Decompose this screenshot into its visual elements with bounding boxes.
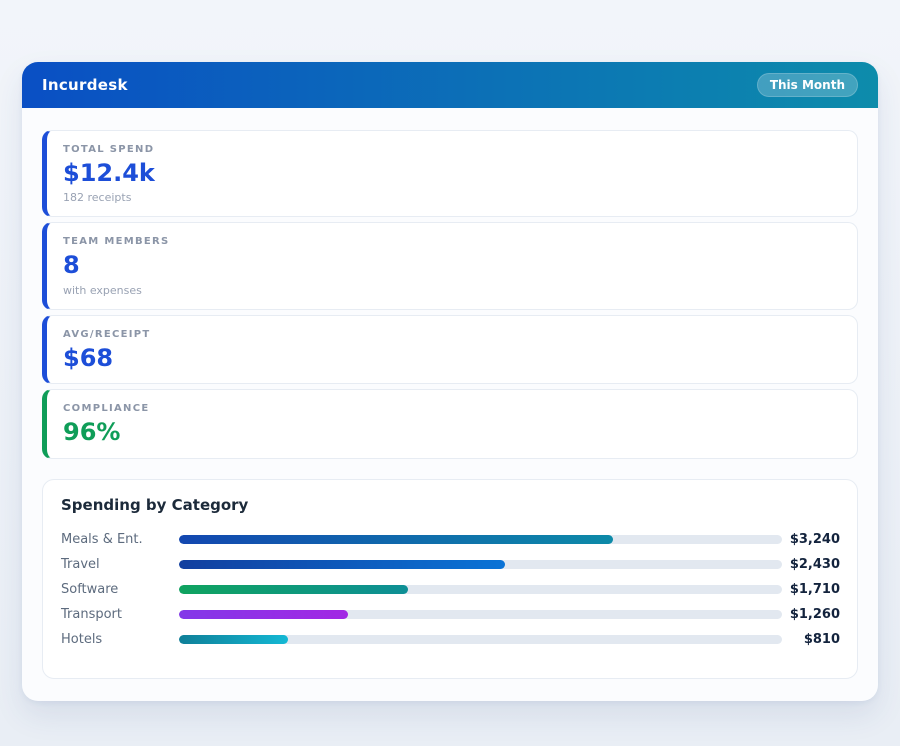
app-title: Incurdesk [42, 76, 128, 94]
stat-card-team-members: TEAM MEMBERS 8 with expenses [42, 222, 858, 309]
category-bar-track [179, 535, 782, 544]
category-row: Meals & Ent. $3,240 [61, 527, 840, 552]
stat-value: $12.4k [63, 160, 841, 186]
category-label: Hotels [61, 632, 179, 647]
app-header: Incurdesk This Month [22, 62, 878, 108]
spending-by-category-card: Spending by Category Meals & Ent. $3,240… [42, 479, 858, 679]
stat-label: TOTAL SPEND [63, 144, 841, 155]
stats-section: TOTAL SPEND $12.4k 182 receipts TEAM MEM… [42, 130, 858, 459]
category-bar-track [179, 610, 782, 619]
stat-subtext: with expenses [63, 284, 841, 297]
category-bar-fill [179, 635, 288, 644]
category-label: Software [61, 582, 179, 597]
category-value: $2,430 [782, 557, 840, 572]
category-row: Software $1,710 [61, 577, 840, 602]
period-badge[interactable]: This Month [757, 73, 858, 97]
category-bar-fill [179, 585, 408, 594]
stat-card-compliance: COMPLIANCE 96% [42, 389, 858, 458]
dashboard-card: Incurdesk This Month TOTAL SPEND $12.4k … [22, 62, 878, 701]
category-label: Travel [61, 557, 179, 572]
category-value: $3,240 [782, 532, 840, 547]
category-bar-fill [179, 610, 348, 619]
category-label: Meals & Ent. [61, 532, 179, 547]
stat-value: 8 [63, 252, 841, 278]
category-label: Transport [61, 607, 179, 622]
category-value: $810 [782, 632, 840, 647]
category-row: Transport $1,260 [61, 602, 840, 627]
stat-card-avg-receipt: AVG/RECEIPT $68 [42, 315, 858, 384]
stat-value: 96% [63, 419, 841, 445]
chart-rows: Meals & Ent. $3,240 Travel $2,430 Softwa… [61, 527, 840, 652]
category-bar-track [179, 585, 782, 594]
category-value: $1,710 [782, 582, 840, 597]
category-bar-track [179, 635, 782, 644]
stat-label: TEAM MEMBERS [63, 236, 841, 247]
chart-title: Spending by Category [61, 496, 840, 514]
category-value: $1,260 [782, 607, 840, 622]
stat-subtext: 182 receipts [63, 191, 841, 204]
category-bar-fill [179, 535, 613, 544]
category-bar-track [179, 560, 782, 569]
stat-label: AVG/RECEIPT [63, 329, 841, 340]
page-background: Incurdesk This Month TOTAL SPEND $12.4k … [0, 0, 900, 701]
category-row: Travel $2,430 [61, 552, 840, 577]
stat-value: $68 [63, 345, 841, 371]
stat-card-total-spend: TOTAL SPEND $12.4k 182 receipts [42, 130, 858, 217]
stat-label: COMPLIANCE [63, 403, 841, 414]
category-row: Hotels $810 [61, 627, 840, 652]
category-bar-fill [179, 560, 505, 569]
app-body: TOTAL SPEND $12.4k 182 receipts TEAM MEM… [22, 108, 878, 701]
